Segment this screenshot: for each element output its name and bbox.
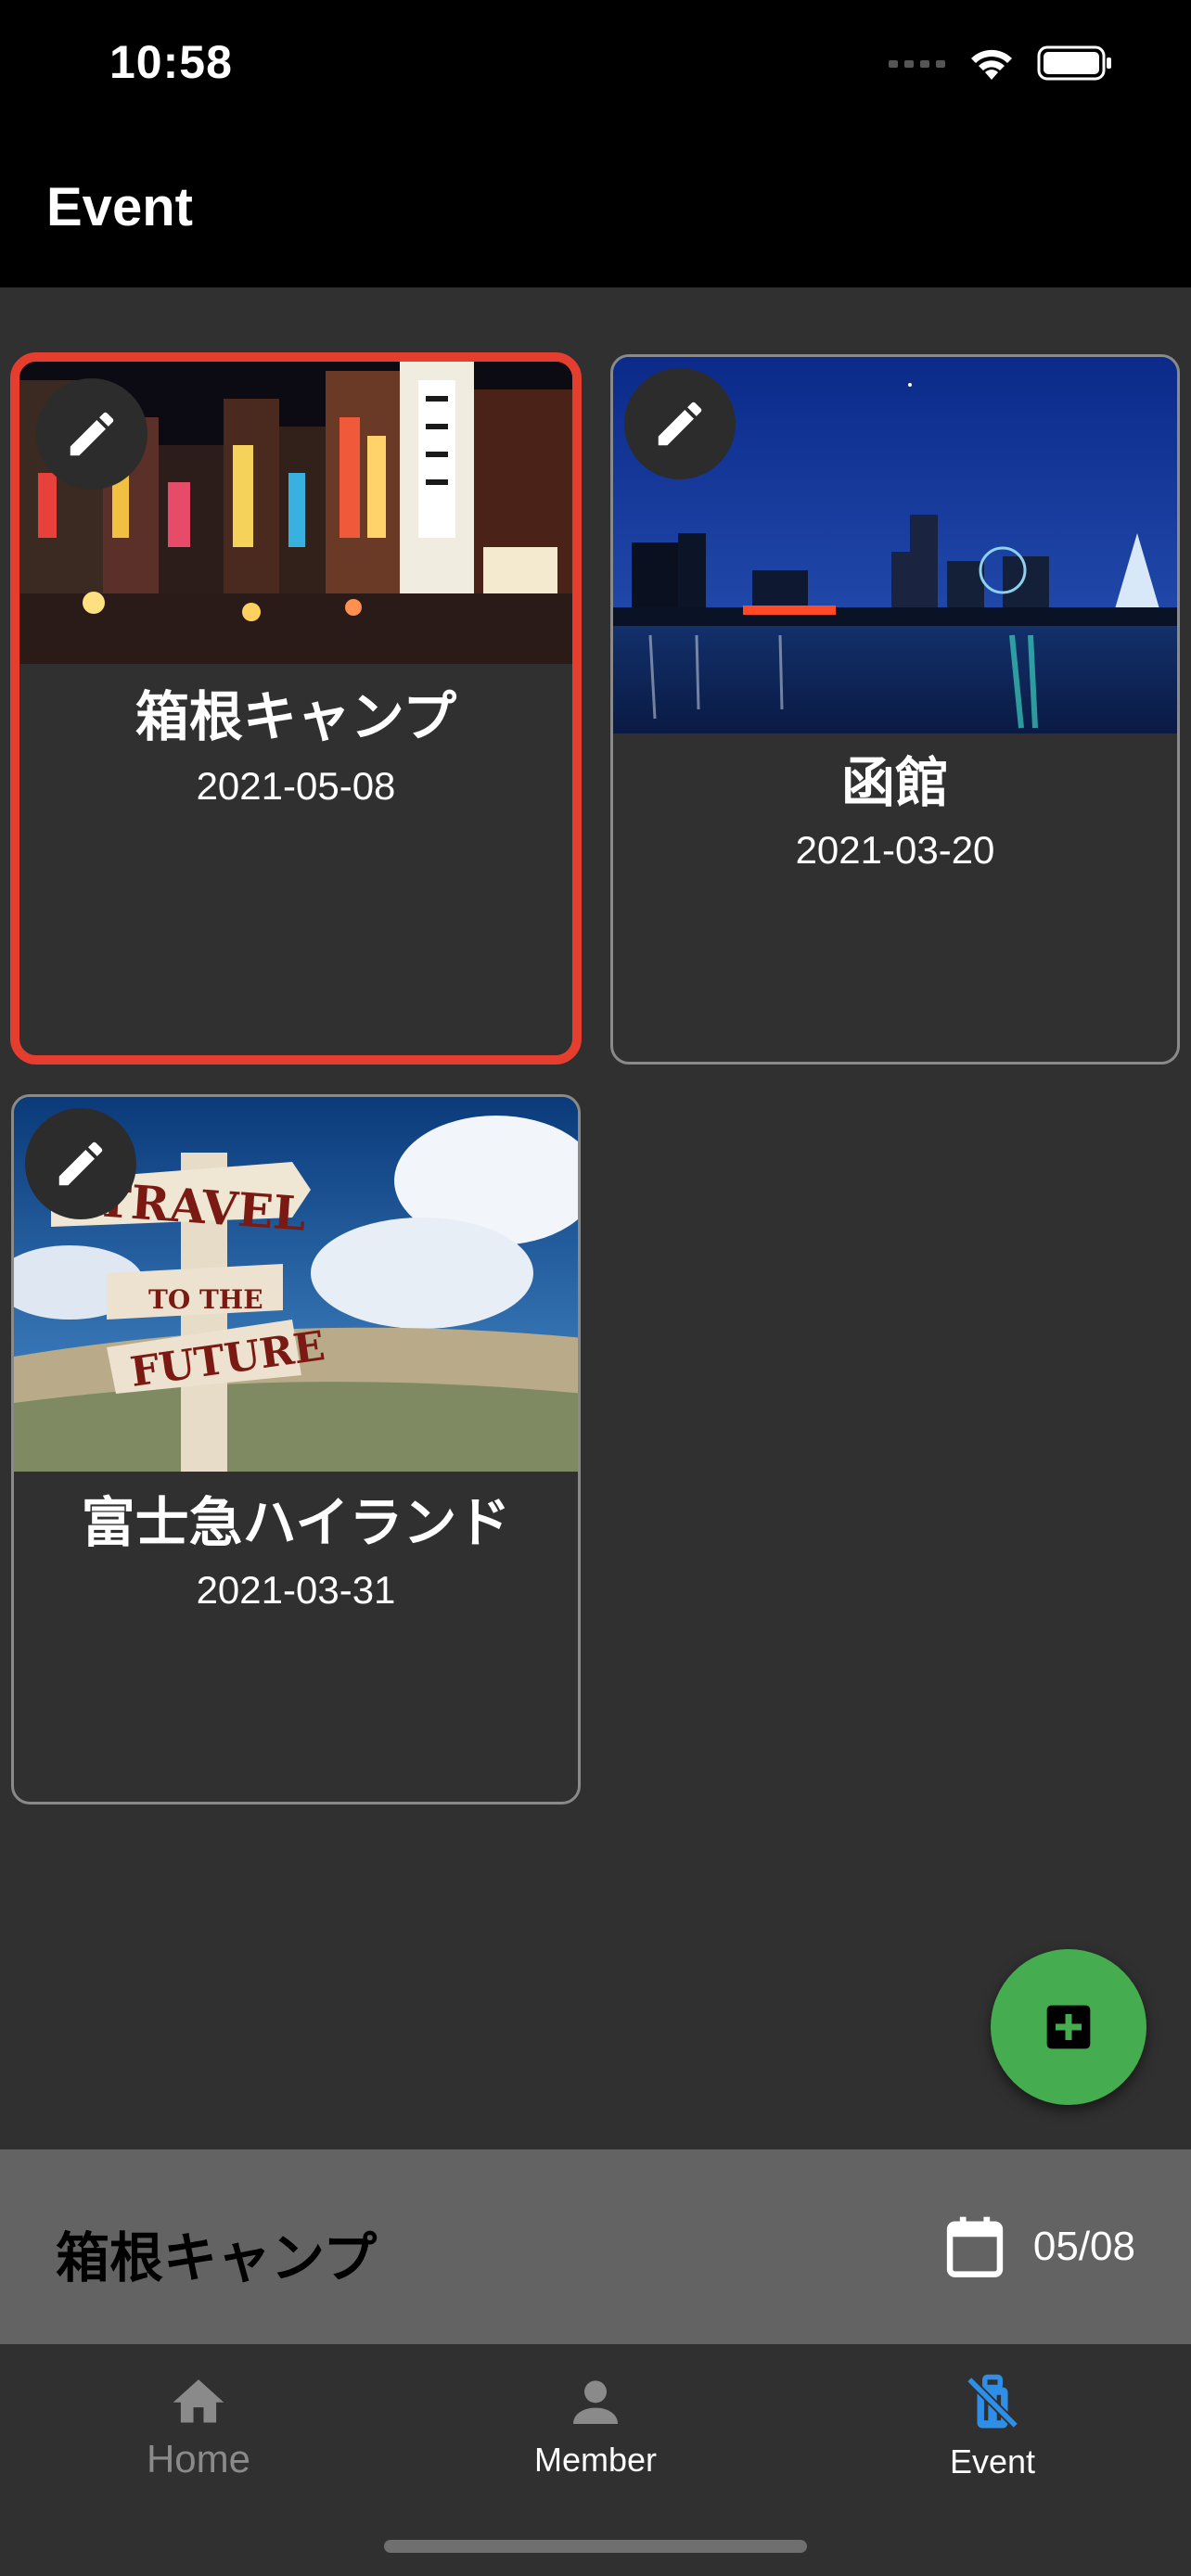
home-icon	[173, 2379, 224, 2423]
edit-event-button[interactable]	[25, 1108, 136, 1219]
home-indicator	[384, 2540, 807, 2553]
event-date: 2021-05-08	[196, 764, 396, 808]
status-time: 10:58	[109, 36, 233, 88]
page-title: Event	[46, 177, 193, 237]
luggage-off-icon	[966, 2374, 1019, 2429]
person-icon	[573, 2380, 618, 2424]
event-grid: 箱根キャンプ 2021-05-08 函館 2021-03-20 TRAVEL T…	[0, 287, 1191, 2149]
current-event-bar[interactable]: 箱根キャンプ 05/08	[0, 2149, 1191, 2344]
event-date: 2021-03-20	[795, 828, 995, 872]
nav-item-member[interactable]: Member	[456, 2372, 735, 2480]
pencil-icon	[658, 402, 702, 446]
event-date: 2021-03-31	[196, 1568, 396, 1612]
battery-icon	[1037, 45, 1111, 81]
pencil-icon	[58, 1141, 103, 1186]
app-bar: Event	[0, 148, 1191, 287]
nav-label-event: Event	[949, 2442, 1036, 2480]
pencil-icon	[70, 412, 114, 456]
status-icons	[889, 45, 1113, 82]
current-event-name: 箱根キャンプ	[56, 2226, 378, 2289]
event-card-hakodate[interactable]: 函館 2021-03-20	[610, 354, 1180, 1065]
nav-item-home[interactable]: Home	[59, 2372, 338, 2481]
signpost-text-to-the: TO THE	[148, 1284, 263, 1315]
nav-label-home: Home	[146, 2437, 251, 2480]
event-title: 函館	[840, 751, 949, 814]
event-card-fujikyu-highland[interactable]: TRAVEL TO THE FUTURE 富士急ハイランド 2021-03-31	[11, 1094, 581, 1804]
nav-item-event[interactable]: Event	[853, 2372, 1132, 2481]
status-bar: 10:58	[0, 0, 1191, 148]
edit-event-button[interactable]	[624, 368, 736, 479]
edit-event-button[interactable]	[36, 378, 147, 490]
nav-label-member: Member	[533, 2441, 658, 2479]
current-event-date: 05/08	[1032, 2224, 1135, 2269]
plus-box-icon	[1046, 2005, 1091, 2049]
event-card-hakone-camp[interactable]: 箱根キャンプ 2021-05-08	[10, 352, 582, 1065]
event-title: 箱根キャンプ	[134, 685, 457, 748]
cellular-signal-icon	[889, 60, 945, 68]
current-event-date-group: 05/08	[944, 2214, 1135, 2279]
add-event-button[interactable]	[991, 1949, 1146, 2105]
calendar-icon	[946, 2216, 1004, 2277]
event-title: 富士急ハイランド	[81, 1491, 511, 1554]
wifi-icon	[971, 49, 1012, 80]
